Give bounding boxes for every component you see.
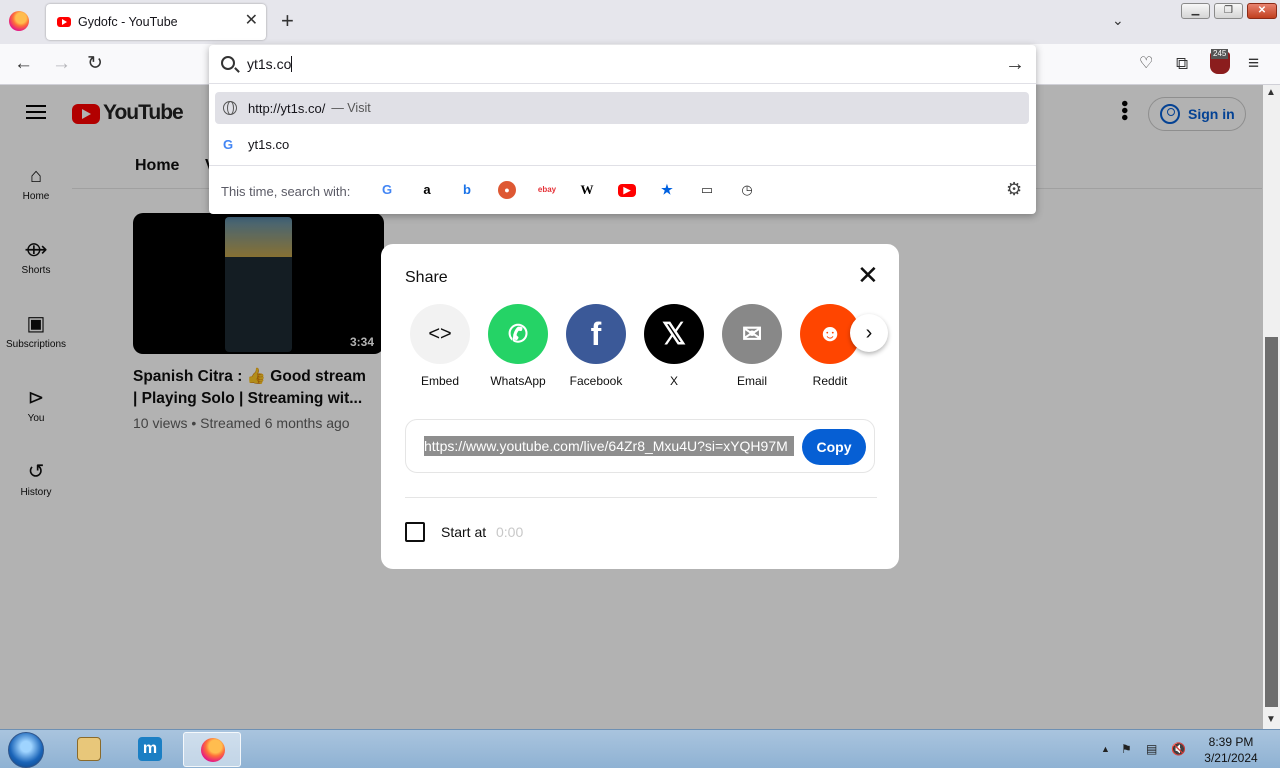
- text-caret: [291, 56, 293, 72]
- forward-icon[interactable]: →: [52, 54, 71, 74]
- share-divider: [405, 497, 877, 498]
- email-icon: ✉: [722, 304, 782, 364]
- volume-muted-icon[interactable]: 🔇: [1171, 742, 1186, 756]
- scroll-down-icon[interactable]: ▼: [1266, 714, 1276, 725]
- google-icon: G: [223, 136, 234, 152]
- taskbar-firefox-app[interactable]: [183, 732, 241, 767]
- back-icon[interactable]: ←: [14, 54, 33, 74]
- taskbar-notes-app[interactable]: [60, 732, 118, 767]
- extension-badge: 245: [1211, 49, 1229, 59]
- amazon-engine-icon[interactable]: a: [418, 181, 436, 199]
- whatsapp-icon: ✆: [488, 304, 548, 364]
- windows-taskbar: m ▲ ⚑ ▤ 🔇 8:39 PM 3/21/2024: [0, 729, 1280, 768]
- url-input[interactable]: yt1s.co: [247, 56, 293, 72]
- wikipedia-engine-icon[interactable]: W: [578, 181, 596, 199]
- url-dropdown: yt1s.co → http://yt1s.co/ — Visit G yt1s…: [209, 45, 1036, 214]
- youtube-engine-icon[interactable]: ▶: [618, 184, 636, 197]
- pocket-icon[interactable]: ♡: [1139, 54, 1153, 74]
- close-window-button[interactable]: ✕: [1247, 3, 1277, 19]
- page-scrollbar[interactable]: ▲ ▼: [1263, 85, 1280, 729]
- share-dialog: Share ✕ <> Embed ✆ WhatsApp f Facebook 𝕏…: [381, 244, 899, 569]
- share-label: Facebook: [569, 374, 623, 388]
- copy-button[interactable]: Copy: [802, 429, 866, 465]
- app-menu-icon[interactable]: ≡: [1248, 54, 1259, 74]
- firefox-icon[interactable]: [9, 11, 29, 31]
- tab-title: Gydofc - YouTube: [78, 15, 178, 29]
- extensions-icon[interactable]: ⧉: [1176, 54, 1188, 74]
- tabs-icon[interactable]: ▭: [698, 181, 716, 199]
- suggestion-url-text: http://yt1s.co/: [248, 100, 326, 116]
- url-input-value: yt1s.co: [247, 56, 292, 72]
- bing-engine-icon[interactable]: b: [458, 181, 476, 199]
- search-engines-row: This time, search with: G a b ● ebay W ▶…: [209, 165, 1036, 214]
- ebay-engine-icon[interactable]: ebay: [536, 181, 558, 199]
- suggestion-visit-url[interactable]: http://yt1s.co/ — Visit: [215, 92, 1029, 124]
- scroll-up-icon[interactable]: ▲: [1266, 87, 1276, 98]
- maxthon-icon: m: [138, 737, 162, 761]
- start-button[interactable]: [8, 732, 44, 768]
- browser-tabstrip: Gydofc - YouTube ✕ + ⌄ ▁ ❐ ✕: [0, 0, 1280, 44]
- clock-date: 3/21/2024: [1204, 751, 1258, 765]
- close-icon[interactable]: ✕: [857, 262, 879, 288]
- search-settings-gear-icon[interactable]: ⚙: [1006, 179, 1022, 200]
- tray-expand-icon[interactable]: ▲: [1101, 744, 1110, 754]
- action-center-flag-icon[interactable]: ⚑: [1121, 742, 1132, 756]
- share-whatsapp[interactable]: ✆ WhatsApp: [478, 304, 558, 388]
- globe-icon: [223, 101, 237, 115]
- start-at-checkbox[interactable]: [405, 522, 425, 542]
- facebook-icon: f: [566, 304, 626, 364]
- start-at-time-input[interactable]: 0:00: [496, 524, 523, 540]
- share-label: WhatsApp: [490, 374, 546, 388]
- clock-time: 8:39 PM: [1208, 735, 1254, 749]
- share-email[interactable]: ✉ Email: [712, 304, 792, 388]
- share-label: Email: [736, 374, 767, 388]
- x-icon: 𝕏: [644, 304, 704, 364]
- share-embed[interactable]: <> Embed: [400, 304, 480, 388]
- suggestion-search[interactable]: G yt1s.co: [215, 128, 1029, 160]
- browser-tab[interactable]: Gydofc - YouTube ✕: [46, 4, 266, 40]
- start-at-label: Start at: [441, 524, 487, 540]
- history-clock-icon[interactable]: ◷: [738, 181, 756, 199]
- search-with-label: This time, search with:: [221, 184, 351, 199]
- bookmarks-star-icon[interactable]: ★: [658, 181, 676, 199]
- share-title: Share: [405, 269, 448, 286]
- share-label: X: [669, 374, 678, 388]
- suggestion-visit-label: — Visit: [331, 101, 371, 115]
- share-link-input[interactable]: https://www.youtube.com/live/64Zr8_Mxu4U…: [424, 436, 794, 456]
- scrollbar-thumb[interactable]: [1265, 337, 1278, 707]
- share-link-box: https://www.youtube.com/live/64Zr8_Mxu4U…: [405, 419, 875, 473]
- system-clock[interactable]: 8:39 PM 3/21/2024: [1198, 734, 1264, 766]
- search-icon: [221, 56, 235, 70]
- youtube-favicon-icon: [57, 17, 71, 27]
- share-label: Reddit: [812, 374, 848, 388]
- ublock-shield-icon[interactable]: 245: [1210, 49, 1230, 74]
- embed-icon: <>: [410, 304, 470, 364]
- share-facebook[interactable]: f Facebook: [556, 304, 636, 388]
- minimize-button[interactable]: ▁: [1181, 3, 1210, 19]
- tab-close-icon[interactable]: ✕: [245, 13, 258, 29]
- taskbar-maxthon-app[interactable]: m: [121, 732, 179, 767]
- suggestion-search-text: yt1s.co: [248, 136, 290, 152]
- go-arrow-icon[interactable]: →: [1005, 53, 1025, 76]
- next-arrow-button[interactable]: ›: [850, 314, 888, 352]
- url-input-row[interactable]: yt1s.co →: [209, 45, 1036, 84]
- new-tab-icon[interactable]: +: [281, 10, 294, 32]
- notes-app-icon: [77, 737, 101, 761]
- list-tabs-icon[interactable]: ⌄: [1112, 12, 1124, 29]
- firefox-taskbar-icon: [201, 738, 225, 762]
- reload-icon[interactable]: ↻: [87, 54, 103, 74]
- share-label: Embed: [420, 374, 460, 388]
- restore-button[interactable]: ❐: [1214, 3, 1243, 19]
- share-x[interactable]: 𝕏 X: [634, 304, 714, 388]
- duckduckgo-engine-icon[interactable]: ●: [498, 181, 516, 199]
- network-icon[interactable]: ▤: [1146, 742, 1157, 756]
- google-engine-icon[interactable]: G: [378, 181, 396, 199]
